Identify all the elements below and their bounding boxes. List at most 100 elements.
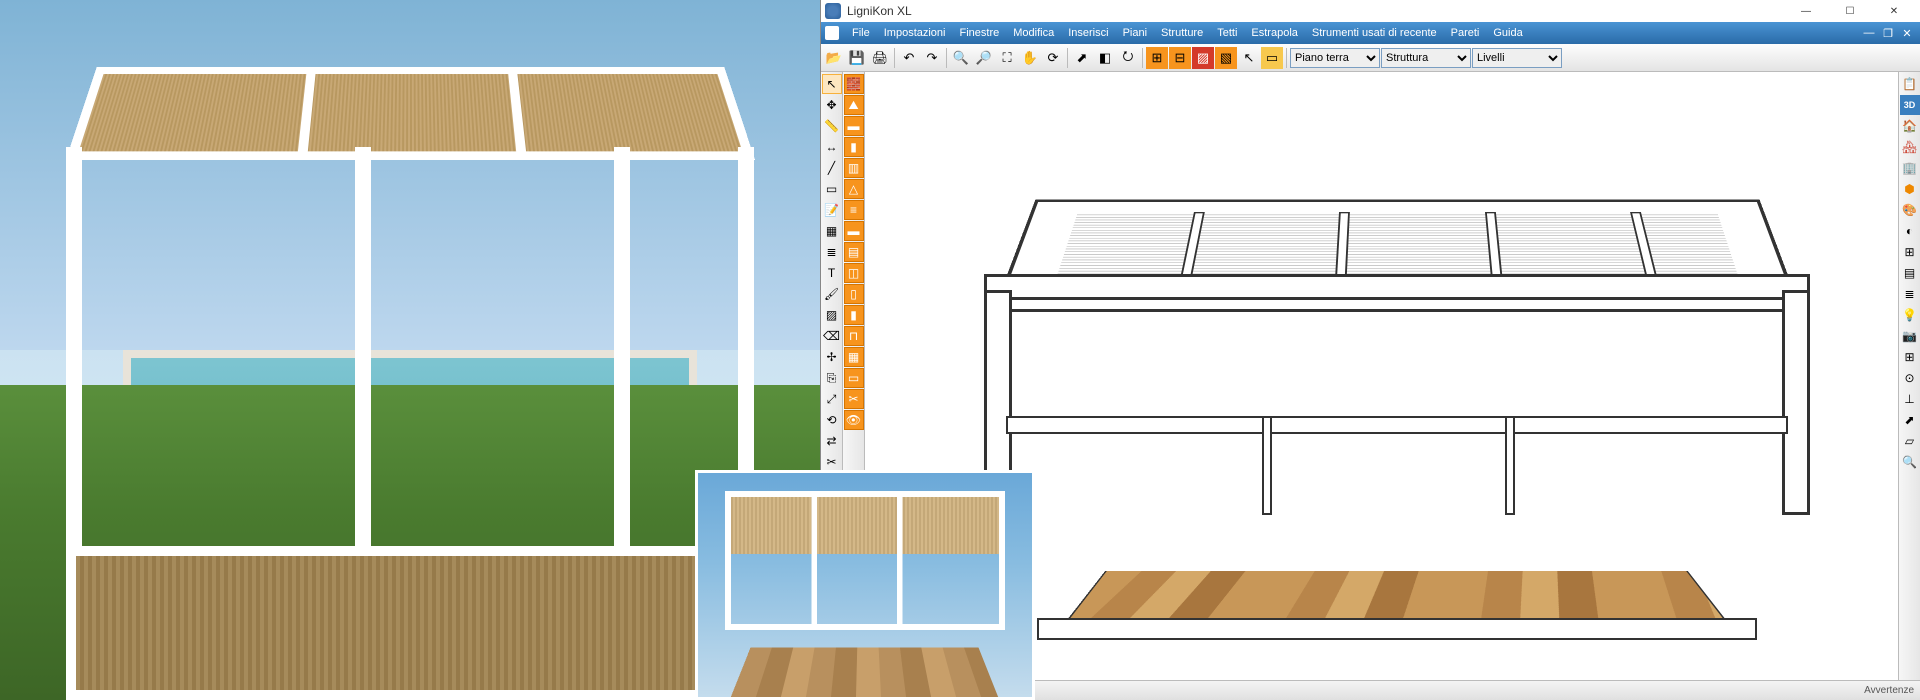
building-button-4[interactable]: ⬢ bbox=[1900, 179, 1920, 199]
menu-pareti[interactable]: Pareti bbox=[1444, 27, 1487, 39]
window-minimize-button[interactable]: — bbox=[1784, 0, 1828, 22]
menu-strumenti-recenti[interactable]: Strumenti usati di recente bbox=[1305, 27, 1444, 39]
toolbar-sep bbox=[894, 48, 895, 68]
snap-angle-button[interactable]: ▨ bbox=[1192, 47, 1214, 69]
beam-tool[interactable]: ▬ bbox=[844, 116, 864, 136]
foundation-tool[interactable]: ▭ bbox=[844, 368, 864, 388]
slab-tool[interactable]: ▬ bbox=[844, 221, 864, 241]
redo-button[interactable]: ↷ bbox=[921, 47, 943, 69]
dimension-tool[interactable]: ↔ bbox=[822, 137, 842, 157]
menu-piani[interactable]: Piani bbox=[1116, 27, 1154, 39]
building-button-3[interactable]: 🏢 bbox=[1900, 158, 1920, 178]
layers-button[interactable]: ≣ bbox=[1900, 284, 1920, 304]
zoom-button[interactable]: 🔍 bbox=[1900, 452, 1920, 472]
snap-toggle[interactable]: ⊙ bbox=[1900, 368, 1920, 388]
camera-button[interactable]: 📷 bbox=[1900, 326, 1920, 346]
cube-button[interactable]: ◧ bbox=[1094, 47, 1116, 69]
undo-button[interactable]: ↶ bbox=[898, 47, 920, 69]
grid-tool[interactable]: ▦ bbox=[822, 221, 842, 241]
snap-grid-button[interactable]: ⊞ bbox=[1146, 47, 1168, 69]
rotate-tool[interactable]: ⟲ bbox=[822, 410, 842, 430]
menu-file[interactable]: File bbox=[845, 27, 877, 39]
view-tool[interactable]: 👁 bbox=[844, 410, 864, 430]
pointer-tool[interactable]: ↖ bbox=[822, 74, 842, 94]
column-tool[interactable]: ▮ bbox=[844, 305, 864, 325]
window-maximize-button[interactable]: ☐ bbox=[1828, 0, 1872, 22]
shade-button[interactable]: ◐ bbox=[1900, 221, 1920, 241]
window-tool[interactable]: ◫ bbox=[844, 263, 864, 283]
menu-inserisci[interactable]: Inserisci bbox=[1061, 27, 1115, 39]
refresh-button[interactable]: ⟳ bbox=[1042, 47, 1064, 69]
pan-button[interactable]: ✋ bbox=[1019, 47, 1041, 69]
building-button-1[interactable]: 🏠 bbox=[1900, 116, 1920, 136]
properties-button[interactable]: 📋 bbox=[1900, 74, 1920, 94]
zoom-in-button[interactable]: 🔍 bbox=[950, 47, 972, 69]
menu-guida[interactable]: Guida bbox=[1486, 27, 1529, 39]
stair-tool[interactable]: ▤ bbox=[844, 242, 864, 262]
panel-tool[interactable]: ▥ bbox=[844, 158, 864, 178]
window-titlebar: LigniKon XL — ☐ ✕ bbox=[821, 0, 1920, 22]
roof-tool[interactable]: ⛰ bbox=[844, 95, 864, 115]
app-icon bbox=[825, 3, 841, 19]
rail-tool[interactable]: ⊓ bbox=[844, 326, 864, 346]
open-button[interactable]: 📂 bbox=[823, 47, 845, 69]
menubar-app-icon[interactable] bbox=[825, 26, 839, 40]
building-button-2[interactable]: 🏘 bbox=[1900, 137, 1920, 157]
menu-modifica[interactable]: Modifica bbox=[1006, 27, 1061, 39]
menu-finestre[interactable]: Finestre bbox=[953, 27, 1007, 39]
view-type-select[interactable]: Struttura bbox=[1381, 48, 1471, 68]
view-3d-button[interactable]: 3D bbox=[1900, 95, 1920, 115]
grid-toggle[interactable]: ⊞ bbox=[1900, 347, 1920, 367]
floor-select[interactable]: Piano terra bbox=[1290, 48, 1380, 68]
note-tool[interactable]: 📝 bbox=[822, 200, 842, 220]
post-tool[interactable]: ▮ bbox=[844, 137, 864, 157]
wall-tool[interactable]: 🧱 bbox=[844, 74, 864, 94]
door-tool[interactable]: ▯ bbox=[844, 284, 864, 304]
rotate3d-button[interactable]: ⭮ bbox=[1117, 47, 1139, 69]
window-close-button[interactable]: ✕ bbox=[1872, 0, 1916, 22]
paint-tool[interactable]: 🖌 bbox=[822, 284, 842, 304]
measure-tool[interactable]: 📏 bbox=[822, 116, 842, 136]
rect-tool[interactable]: ▭ bbox=[822, 179, 842, 199]
box-select-button[interactable]: ▭ bbox=[1261, 47, 1283, 69]
trim-tool[interactable]: ✂ bbox=[822, 452, 842, 472]
plane-toggle[interactable]: ▱ bbox=[1900, 431, 1920, 451]
section-tool[interactable]: ✂ bbox=[844, 389, 864, 409]
mdi-close[interactable]: ✕ bbox=[1898, 27, 1916, 40]
save-button[interactable]: 💾 bbox=[846, 47, 868, 69]
line-tool[interactable]: ╱ bbox=[822, 158, 842, 178]
copy-tool[interactable]: ⎘ bbox=[822, 368, 842, 388]
hatch-tool[interactable]: ▨ bbox=[822, 305, 842, 325]
truss-tool[interactable]: △ bbox=[844, 179, 864, 199]
move-tool[interactable]: ✢ bbox=[822, 347, 842, 367]
print-button[interactable]: 🖨 bbox=[869, 47, 891, 69]
axis-toggle[interactable]: ⬈ bbox=[1900, 410, 1920, 430]
pick-button[interactable]: ↖ bbox=[1238, 47, 1260, 69]
erase-tool[interactable]: ⌫ bbox=[822, 326, 842, 346]
text-tool[interactable]: T bbox=[822, 263, 842, 283]
ortho-toggle[interactable]: ⊥ bbox=[1900, 389, 1920, 409]
render-button[interactable]: 🎨 bbox=[1900, 200, 1920, 220]
menu-tetti[interactable]: Tetti bbox=[1210, 27, 1244, 39]
wireframe-button[interactable]: ⊞ bbox=[1900, 242, 1920, 262]
menu-strutture[interactable]: Strutture bbox=[1154, 27, 1210, 39]
joist-tool[interactable]: ≡ bbox=[844, 200, 864, 220]
snap-mid-button[interactable]: ▧ bbox=[1215, 47, 1237, 69]
layer-tool[interactable]: ≣ bbox=[822, 242, 842, 262]
mirror-tool[interactable]: ⇄ bbox=[822, 431, 842, 451]
mdi-restore[interactable]: ❐ bbox=[1879, 27, 1897, 40]
pan-tool[interactable]: ✥ bbox=[822, 95, 842, 115]
menu-impostazioni[interactable]: Impostazioni bbox=[877, 27, 953, 39]
deck-tool[interactable]: ▦ bbox=[844, 347, 864, 367]
menu-estrapola[interactable]: Estrapola bbox=[1244, 27, 1304, 39]
toolbar-sep bbox=[1142, 48, 1143, 68]
zoom-fit-button[interactable]: ⛶ bbox=[996, 47, 1018, 69]
snap-object-button[interactable]: ⊟ bbox=[1169, 47, 1191, 69]
scale-tool[interactable]: ⤢ bbox=[822, 389, 842, 409]
material-button[interactable]: ▤ bbox=[1900, 263, 1920, 283]
zoom-out-button[interactable]: 🔎 bbox=[973, 47, 995, 69]
light-button[interactable]: 💡 bbox=[1900, 305, 1920, 325]
mdi-minimize[interactable]: — bbox=[1860, 27, 1878, 40]
axis-button[interactable]: ⬈ bbox=[1071, 47, 1093, 69]
level-select[interactable]: Livelli bbox=[1472, 48, 1562, 68]
